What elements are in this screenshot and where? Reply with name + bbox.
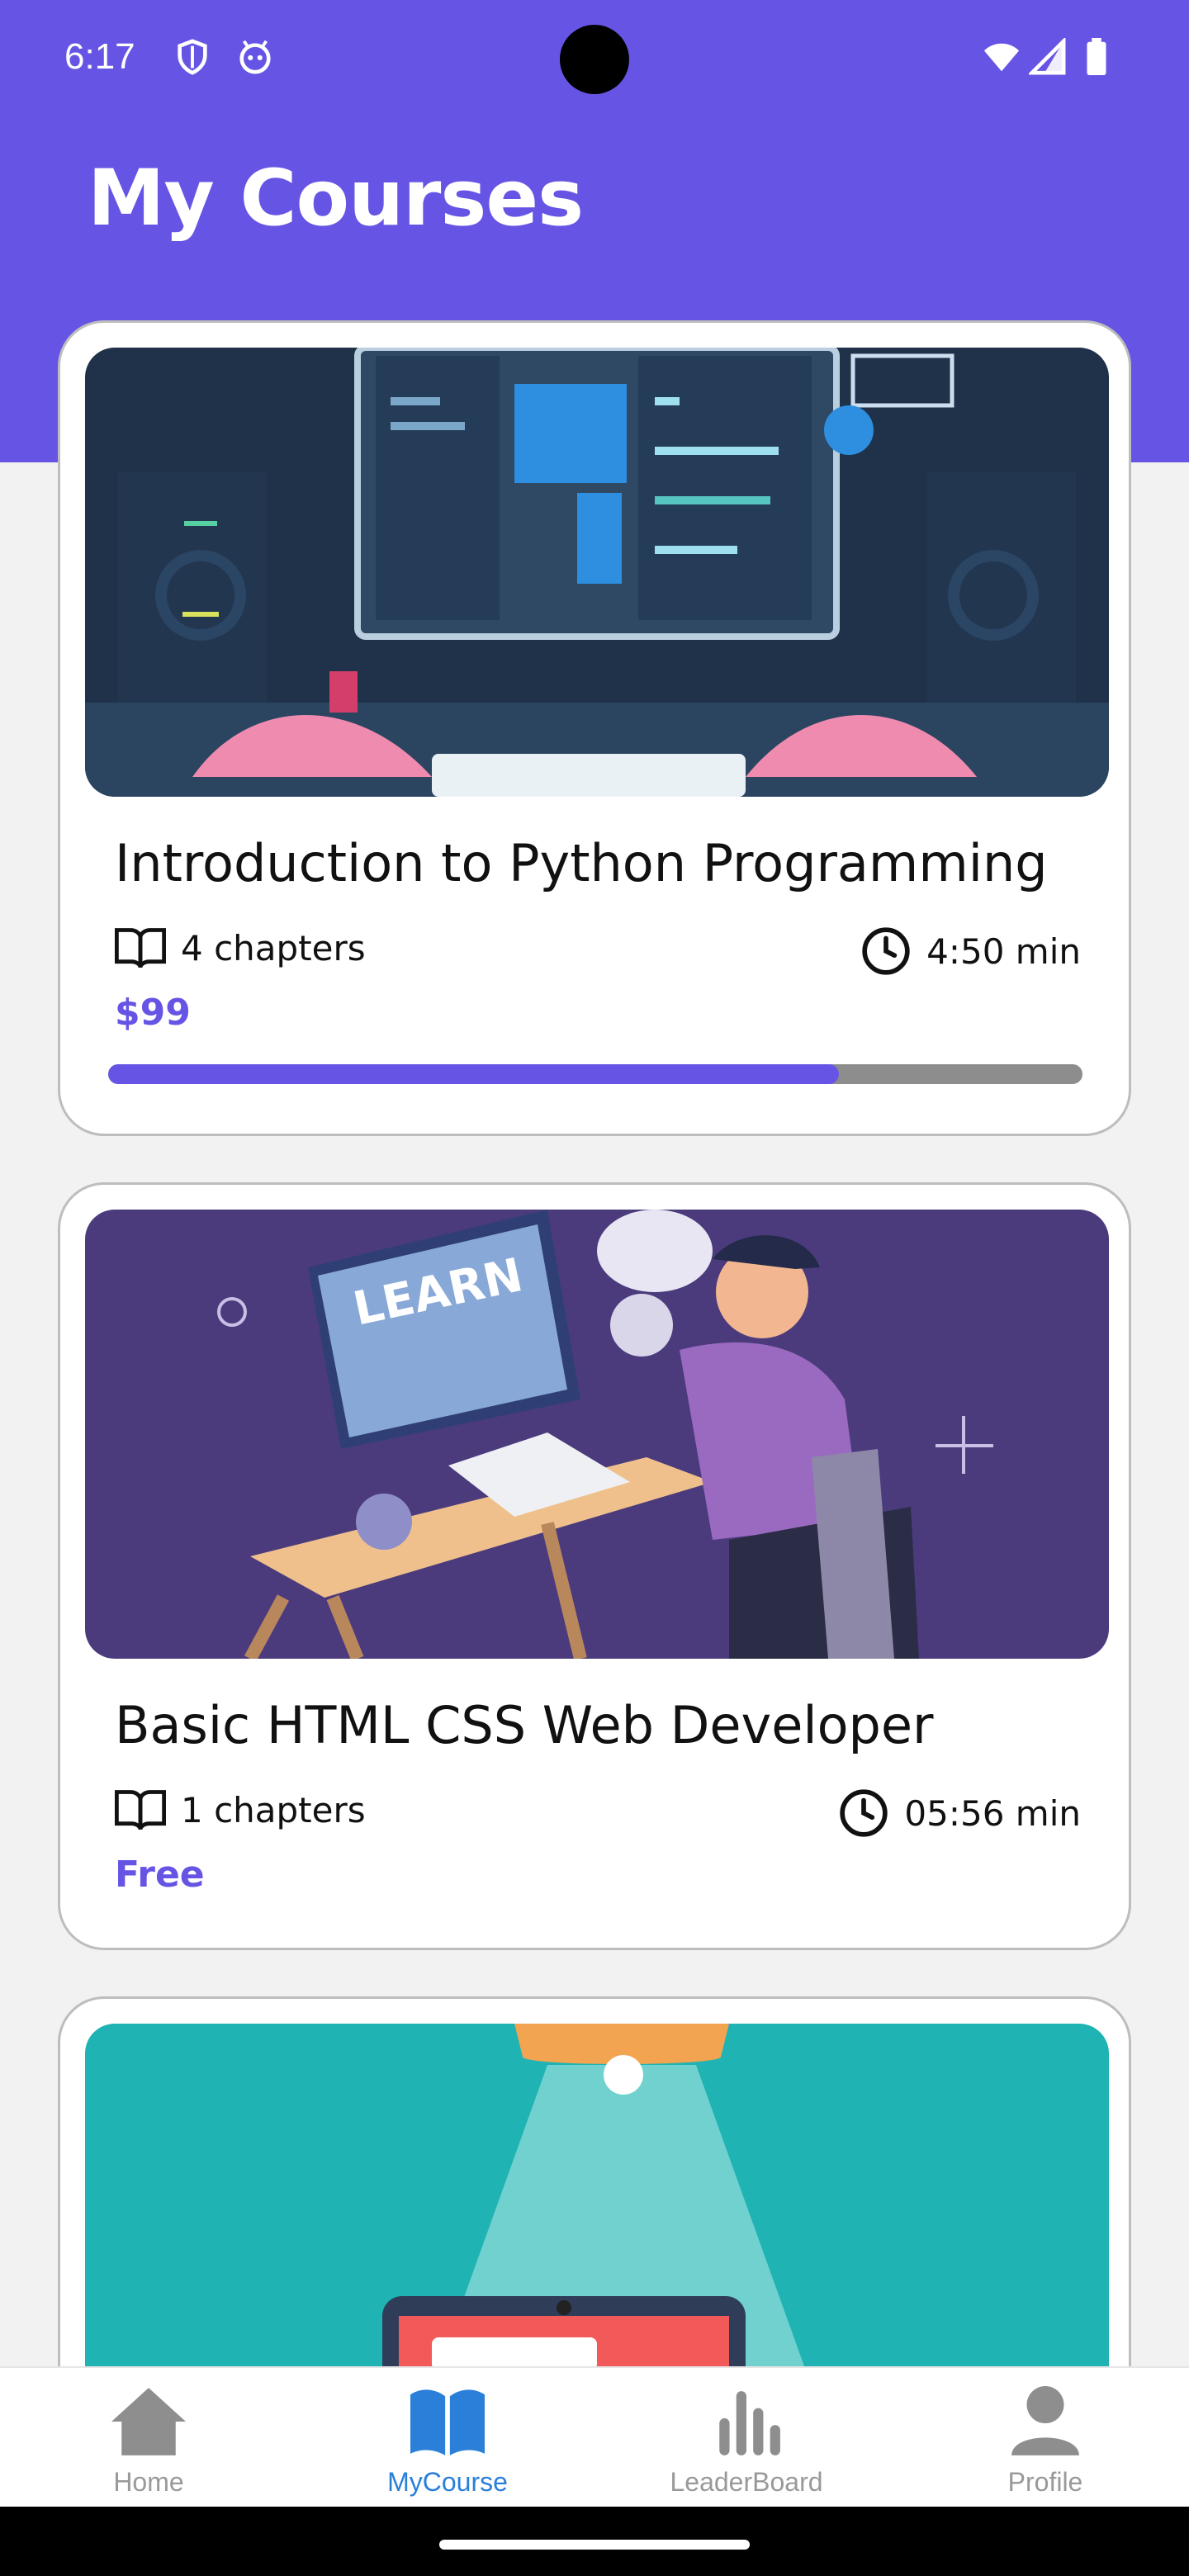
shield-icon (178, 39, 207, 75)
course-card[interactable]: LEARN Basic HTML CSS Web Developer 1 cha… (58, 1182, 1131, 1950)
course-thumbnail (85, 348, 1109, 797)
course-title: Basic HTML CSS Web Developer (115, 1695, 934, 1755)
status-time: 6:17 (64, 36, 135, 77)
course-card[interactable] (58, 1996, 1131, 2426)
course-title: Introduction to Python Programming (115, 833, 1048, 893)
book-icon (115, 1790, 166, 1830)
gesture-handle[interactable] (439, 2540, 750, 2550)
wifi-icon (983, 43, 1020, 72)
course-duration: 05:56 min (904, 1792, 1081, 1834)
chapter-count: 4 chapters (181, 927, 366, 968)
battery-icon (1087, 38, 1106, 76)
page-title: My Courses (88, 154, 584, 244)
bar-chart-icon (719, 2391, 780, 2455)
course-meta: 4 chapters 4:50 min (115, 926, 1081, 975)
nav-label: Home (113, 2467, 184, 2497)
nav-label: Profile (1007, 2467, 1083, 2497)
person-icon (1011, 2386, 1079, 2455)
course-meta: 1 chapters 05:56 min (115, 1788, 1081, 1837)
clock-icon (862, 927, 910, 975)
course-price: $99 (115, 992, 191, 1034)
nav-label: LeaderBoard (670, 2467, 823, 2497)
nav-profile[interactable]: Profile (897, 2368, 1189, 2508)
book-open-icon (410, 2389, 485, 2455)
nav-mycourse[interactable]: MyCourse (299, 2368, 596, 2508)
book-icon (115, 928, 166, 968)
course-progress-bar (108, 1064, 1082, 1084)
course-thumbnail (85, 2024, 1109, 2423)
course-price: Free (115, 1854, 205, 1896)
clock-icon (840, 1789, 888, 1837)
course-card[interactable]: Introduction to Python Programming 4 cha… (58, 320, 1131, 1136)
notification-bot-icon (239, 40, 271, 74)
progress-fill (108, 1064, 839, 1084)
course-thumbnail: LEARN (85, 1210, 1109, 1659)
status-bar: 6:17 (0, 0, 1189, 124)
chapter-count: 1 chapters (181, 1789, 366, 1830)
signal-icon (1029, 38, 1066, 75)
nav-home[interactable]: Home (0, 2368, 297, 2508)
course-duration: 4:50 min (926, 930, 1081, 972)
camera-cutout (560, 25, 629, 94)
home-icon (111, 2388, 186, 2455)
bottom-navigation: Home MyCourse LeaderBoard Profile (0, 2366, 1189, 2507)
nav-leaderboard[interactable]: LeaderBoard (598, 2368, 895, 2508)
nav-label: MyCourse (387, 2467, 508, 2497)
